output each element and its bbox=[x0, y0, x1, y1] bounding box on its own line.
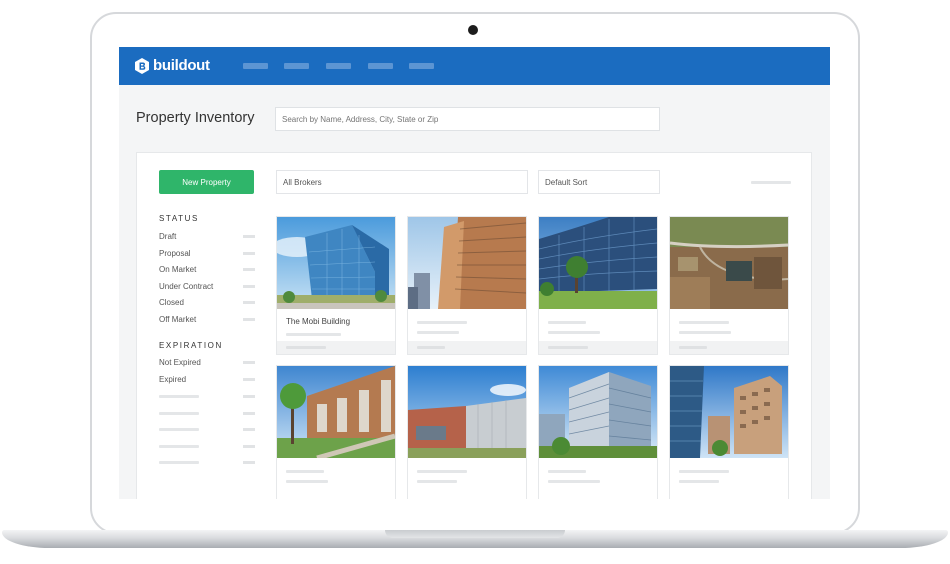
status-heading: STATUS bbox=[159, 214, 199, 223]
property-card[interactable] bbox=[276, 365, 396, 499]
card-footer bbox=[277, 341, 395, 354]
card-line-placeholder bbox=[286, 470, 324, 473]
filter-placeholder-count bbox=[243, 461, 255, 464]
card-line-placeholder bbox=[417, 480, 457, 483]
property-card[interactable] bbox=[407, 216, 527, 355]
card-line-placeholder bbox=[548, 321, 586, 324]
inventory-panel: New Property All Brokers Default Sort ST… bbox=[136, 152, 812, 499]
nav-item-2[interactable] bbox=[284, 63, 309, 69]
property-card[interactable] bbox=[669, 365, 789, 499]
property-photo-townhouse-row bbox=[277, 366, 395, 458]
card-line-placeholder bbox=[286, 333, 341, 336]
new-property-button[interactable]: New Property bbox=[159, 170, 254, 194]
card-line-placeholder bbox=[417, 331, 459, 334]
results-count-placeholder bbox=[751, 181, 791, 184]
status-count-draft bbox=[243, 235, 255, 238]
status-filter-on-market[interactable]: On Market bbox=[159, 265, 196, 274]
status-filter-under-contract[interactable]: Under Contract bbox=[159, 282, 213, 291]
filter-placeholder-count bbox=[243, 412, 255, 415]
nav-item-3[interactable] bbox=[326, 63, 351, 69]
property-photo-glass-office-tower bbox=[277, 217, 395, 309]
card-line-placeholder bbox=[548, 480, 600, 483]
card-line-placeholder bbox=[679, 480, 719, 483]
property-photo-low-rise-office bbox=[408, 366, 526, 458]
status-count-on-market bbox=[243, 268, 255, 271]
card-footer-placeholder bbox=[679, 346, 707, 349]
search-input[interactable] bbox=[275, 107, 660, 131]
expiration-count-expired bbox=[243, 378, 255, 381]
status-filter-proposal[interactable]: Proposal bbox=[159, 249, 191, 258]
card-line-placeholder bbox=[417, 321, 467, 324]
property-photo-aerial-construction-site bbox=[670, 217, 788, 309]
filter-placeholder-count bbox=[243, 428, 255, 431]
status-filter-draft[interactable]: Draft bbox=[159, 232, 176, 241]
property-card[interactable] bbox=[407, 365, 527, 499]
status-filter-closed[interactable]: Closed bbox=[159, 298, 184, 307]
property-card[interactable]: The Mobi Building bbox=[276, 216, 396, 355]
page-title: Property Inventory bbox=[136, 110, 255, 126]
card-line-placeholder bbox=[679, 331, 731, 334]
card-footer-placeholder bbox=[286, 346, 326, 349]
property-card[interactable] bbox=[538, 365, 658, 499]
card-line-placeholder bbox=[679, 321, 729, 324]
nav-item-4[interactable] bbox=[368, 63, 393, 69]
card-line-placeholder bbox=[417, 470, 467, 473]
property-card[interactable] bbox=[669, 216, 789, 355]
camera-icon bbox=[468, 25, 478, 35]
nav-item-1[interactable] bbox=[243, 63, 268, 69]
filter-placeholder bbox=[159, 412, 199, 415]
status-count-closed bbox=[243, 301, 255, 304]
sort-select[interactable]: Default Sort bbox=[538, 170, 660, 194]
property-photo-mixed-highrise-street bbox=[670, 366, 788, 458]
filter-placeholder bbox=[159, 395, 199, 398]
laptop-notch bbox=[385, 530, 565, 538]
filter-placeholder bbox=[159, 445, 199, 448]
filter-placeholder bbox=[159, 461, 199, 464]
status-count-proposal bbox=[243, 252, 255, 255]
top-navigation-bar: buildout bbox=[119, 47, 830, 85]
expiration-filter-expired[interactable]: Expired bbox=[159, 375, 186, 384]
card-footer-placeholder bbox=[548, 346, 588, 349]
property-photo-brick-highrise bbox=[408, 217, 526, 309]
card-footer bbox=[408, 341, 526, 354]
expiration-filter-not-expired[interactable]: Not Expired bbox=[159, 358, 201, 367]
card-footer bbox=[539, 341, 657, 354]
status-filter-off-market[interactable]: Off Market bbox=[159, 315, 196, 324]
status-count-under-contract bbox=[243, 285, 255, 288]
card-line-placeholder bbox=[548, 331, 600, 334]
brand-logo[interactable]: buildout bbox=[135, 57, 210, 74]
filter-placeholder bbox=[159, 428, 199, 431]
card-footer bbox=[670, 341, 788, 354]
buildout-logo-icon bbox=[135, 57, 149, 74]
expiration-count-not-expired bbox=[243, 361, 255, 364]
card-footer-placeholder bbox=[417, 346, 445, 349]
nav-item-5[interactable] bbox=[409, 63, 434, 69]
card-line-placeholder bbox=[286, 480, 328, 483]
brand-name: buildout bbox=[153, 57, 210, 74]
property-card-title[interactable]: The Mobi Building bbox=[286, 317, 350, 326]
property-photo-curved-glass-building bbox=[539, 217, 657, 309]
card-line-placeholder bbox=[679, 470, 729, 473]
filter-placeholder-count bbox=[243, 395, 255, 398]
card-line-placeholder bbox=[548, 470, 586, 473]
property-card[interactable] bbox=[538, 216, 658, 355]
brokers-select[interactable]: All Brokers bbox=[276, 170, 528, 194]
app-screen: buildout Property Inventory New Property… bbox=[119, 47, 830, 499]
expiration-heading: EXPIRATION bbox=[159, 341, 223, 350]
filter-placeholder-count bbox=[243, 445, 255, 448]
property-photo-blue-office-block bbox=[539, 366, 657, 458]
status-count-off-market bbox=[243, 318, 255, 321]
